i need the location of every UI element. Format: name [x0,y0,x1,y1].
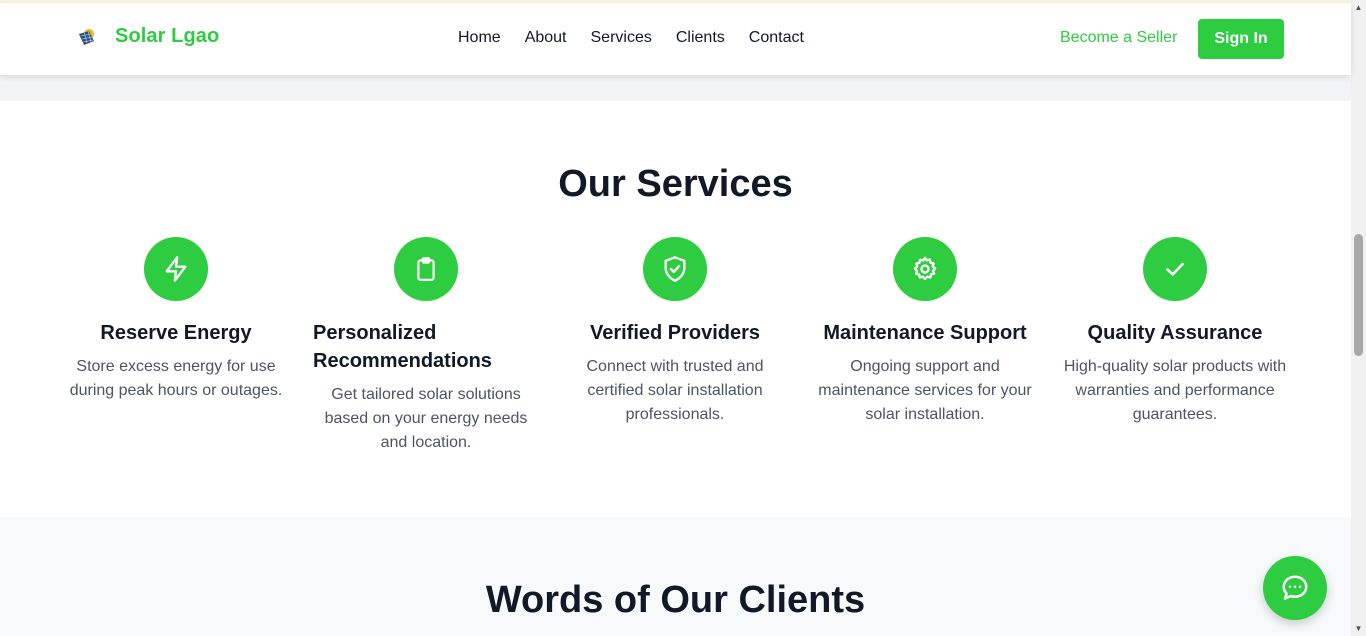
service-title: Personalized Recommendations [313,322,492,372]
sign-in-button[interactable]: Sign In [1198,19,1284,59]
scroll-down-arrow-icon[interactable]: ▼ [1351,621,1366,636]
solar-logo-icon [79,28,94,45]
service-card-recommendations: Personalized Recommendations Get tailore… [311,237,541,455]
services-title: Our Services [558,163,793,205]
clipboard-icon [394,237,458,301]
nav-services[interactable]: Services [591,29,652,47]
service-title: Maintenance Support [823,322,1027,344]
service-description: Get tailored solar solutions based on yo… [324,386,528,451]
service-title: Quality Assurance [1087,322,1263,344]
service-title: Reserve Energy [100,322,252,344]
service-description: High-quality solar products with warrant… [1063,358,1287,423]
chat-icon [1282,575,1308,600]
shield-check-icon [643,237,707,301]
service-title: Verified Providers [589,322,761,344]
scrollbar-thumb[interactable] [1354,234,1363,356]
service-card-reserve-energy: Reserve Energy Store excess energy for u… [61,237,291,403]
lightning-icon [144,237,208,301]
page-scrollbar[interactable]: ▲ ▼ [1351,0,1366,636]
become-seller-link[interactable]: Become a Seller [1060,29,1177,47]
gear-icon [893,237,957,301]
nav-home[interactable]: Home [458,29,501,47]
checkmark-icon [1143,237,1207,301]
service-card-verified-providers: Verified Providers Connect with trusted … [560,237,790,427]
scroll-up-arrow-icon[interactable]: ▲ [1351,0,1366,15]
section-divider [0,75,1351,101]
service-card-quality-assurance: Quality Assurance High-quality solar pro… [1060,237,1290,427]
nav-clients[interactable]: Clients [676,29,725,47]
clients-section: Words of Our Clients [0,517,1351,636]
brand-name: Solar Lgao [115,25,220,47]
main-nav: Home About Services Clients Contact [458,29,828,47]
service-card-maintenance: Maintenance Support Ongoing support and … [810,237,1040,427]
service-description: Ongoing support and maintenance services… [818,358,1032,423]
nav-about[interactable]: About [525,29,567,47]
service-description: Connect with trusted and certified solar… [586,358,764,423]
brand-logo[interactable]: Solar Lgao [76,25,219,48]
service-description: Store excess energy for use during peak … [69,358,283,399]
chat-button[interactable] [1263,556,1327,620]
services-section: Our Services Reserve Energy Store excess… [0,101,1351,517]
clients-title: Words of Our Clients [485,579,866,621]
navbar: Solar Lgao Home About Services Clients C… [0,3,1351,75]
nav-contact[interactable]: Contact [749,29,804,47]
